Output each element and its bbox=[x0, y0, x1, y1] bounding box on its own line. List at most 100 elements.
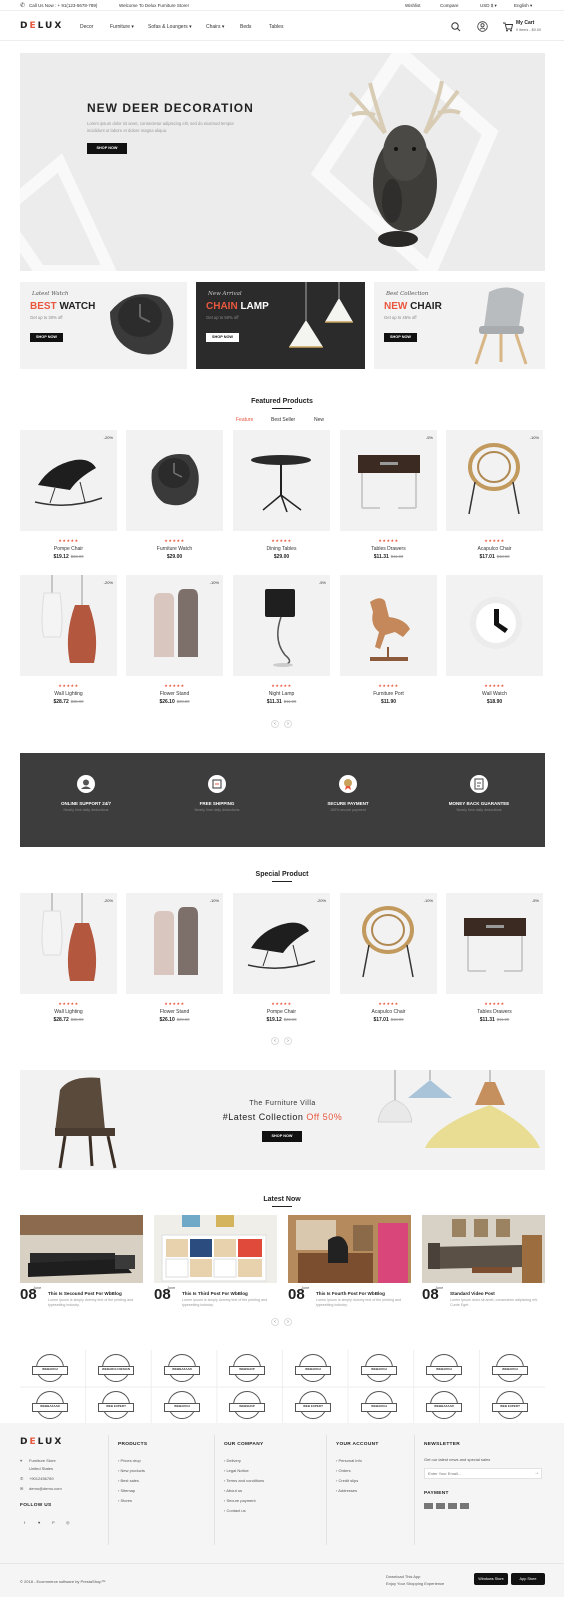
promo-card-watch[interactable]: Latest Watch BEST WATCH Get up to 30% of… bbox=[20, 282, 187, 369]
blog-image[interactable] bbox=[154, 1215, 277, 1283]
brand-logo[interactable]: WEBARCH bbox=[426, 1354, 462, 1382]
footer-link[interactable]: › Contact us bbox=[224, 1508, 246, 1513]
footer-link[interactable]: › Terms and conditions bbox=[224, 1478, 264, 1483]
brand-logo[interactable]: WEB EXPERT bbox=[98, 1391, 134, 1419]
product-card[interactable]: -10% bbox=[446, 430, 543, 531]
cart-title[interactable]: My Cart bbox=[516, 20, 534, 26]
next-arrow-icon[interactable]: › bbox=[284, 1318, 292, 1326]
brand-logo[interactable]: WEB EXPERT bbox=[295, 1391, 331, 1419]
brand-logo[interactable]: WEBARCH DESIGN bbox=[98, 1354, 134, 1382]
app-store-button[interactable]: App Store bbox=[511, 1573, 545, 1585]
wishlist-link[interactable]: Wishlist bbox=[405, 3, 421, 8]
product-card[interactable]: -10% bbox=[340, 893, 437, 994]
promo-shop-button[interactable]: SHOP NOW bbox=[206, 333, 239, 342]
brand-logo[interactable]: WEBARCH bbox=[361, 1354, 397, 1382]
product-name[interactable]: Acapulco Chair bbox=[340, 1009, 437, 1015]
currency-select[interactable]: USD $ ▾ bbox=[480, 3, 497, 9]
product-name[interactable]: Flower Stand bbox=[126, 1009, 223, 1015]
prev-arrow-icon[interactable]: ‹ bbox=[271, 720, 279, 728]
windows-store-button[interactable]: Windows Store bbox=[474, 1573, 508, 1585]
instagram-icon[interactable]: ◎ bbox=[66, 1520, 70, 1525]
compare-link[interactable]: Compare bbox=[440, 3, 459, 8]
product-name[interactable]: Wall Lighting bbox=[20, 1009, 117, 1015]
nav-decor[interactable]: Decor bbox=[80, 24, 93, 30]
blog-image[interactable] bbox=[422, 1215, 545, 1283]
product-name[interactable]: Acapulco Chair bbox=[446, 546, 543, 552]
product-card[interactable]: -10% bbox=[126, 575, 223, 676]
hero-shop-button[interactable]: SHOP NOW bbox=[87, 143, 127, 154]
logo[interactable]: DELUX bbox=[20, 21, 63, 31]
footer-link[interactable]: › Addresses bbox=[336, 1488, 357, 1493]
product-card[interactable] bbox=[126, 430, 223, 531]
promo-card-chair[interactable]: Best Collection NEW CHAIR Get up to 45% … bbox=[374, 282, 545, 369]
footer-link[interactable]: › About us bbox=[224, 1488, 242, 1493]
blog-post[interactable]: 08 June This Is Fourth Post For WbBlog L… bbox=[288, 1215, 411, 1307]
brand-logo[interactable]: WEBARCH bbox=[164, 1391, 200, 1419]
nav-furniture[interactable]: Furniture ▾ bbox=[110, 24, 134, 30]
product-name[interactable]: Wall Lighting bbox=[20, 691, 117, 697]
blog-image[interactable] bbox=[288, 1215, 411, 1283]
product-card[interactable]: -5% bbox=[446, 893, 543, 994]
newsletter-email-input[interactable] bbox=[424, 1468, 542, 1479]
post-title[interactable]: Standard Video Post bbox=[450, 1291, 495, 1296]
product-card[interactable] bbox=[340, 575, 437, 676]
product-card[interactable] bbox=[446, 575, 543, 676]
product-name[interactable]: Flower Stand bbox=[126, 691, 223, 697]
post-title[interactable]: This Is Third Post For WbBlog bbox=[182, 1291, 248, 1296]
footer-link[interactable]: › Secure payment bbox=[224, 1498, 256, 1503]
tab-feature[interactable]: Feature bbox=[236, 417, 253, 423]
store-email[interactable]: demo@demo.com bbox=[29, 1486, 62, 1491]
search-icon[interactable] bbox=[451, 22, 461, 32]
footer-link[interactable]: › Sitemap bbox=[118, 1488, 135, 1493]
collection-banner[interactable]: The Furniture Villa #Latest Collection O… bbox=[20, 1070, 545, 1170]
post-title[interactable]: This Is Secound Post For WbBlog bbox=[48, 1291, 122, 1296]
send-arrow-icon[interactable]: → bbox=[534, 1470, 539, 1476]
blog-image[interactable] bbox=[20, 1215, 143, 1283]
blog-post[interactable]: 08 June This Is Third Post For WbBlog Lo… bbox=[154, 1215, 277, 1307]
tab-new[interactable]: New bbox=[314, 417, 324, 423]
product-card[interactable]: -5% bbox=[233, 575, 330, 676]
facebook-icon[interactable]: f bbox=[24, 1520, 25, 1525]
promo-shop-button[interactable]: SHOP NOW bbox=[384, 333, 417, 342]
blog-post[interactable]: 08 June Standard Video Post Lorem Ipsum … bbox=[422, 1215, 545, 1307]
hero-slider[interactable]: NEW DEER DECORATION Lorem ipsum dolor si… bbox=[20, 53, 545, 271]
product-card[interactable]: -20% bbox=[20, 430, 117, 531]
nav-chairs[interactable]: Chairs ▾ bbox=[206, 24, 224, 30]
product-name[interactable]: Tables Drawers bbox=[340, 546, 437, 552]
nav-sofas[interactable]: Sofas & Loungers ▾ bbox=[148, 24, 192, 30]
footer-link[interactable]: › Prices drop bbox=[118, 1458, 141, 1463]
footer-link[interactable]: › Personal info bbox=[336, 1458, 362, 1463]
footer-link[interactable]: › Best sales bbox=[118, 1478, 139, 1483]
prev-arrow-icon[interactable]: ‹ bbox=[271, 1037, 279, 1045]
product-name[interactable]: Furniture Port bbox=[340, 691, 437, 697]
product-name[interactable]: Pompe Chair bbox=[233, 1009, 330, 1015]
post-title[interactable]: This Is Fourth Post For WbBlog bbox=[316, 1291, 385, 1296]
brand-logo[interactable]: WEBARCH bbox=[492, 1354, 528, 1382]
footer-link[interactable]: › Legal Notice bbox=[224, 1468, 249, 1473]
promo-card-lamp[interactable]: New Arrival CHAIN LAMP Get up to 50% off… bbox=[196, 282, 365, 369]
language-select[interactable]: English ▾ bbox=[514, 3, 532, 9]
product-name[interactable]: Furniture Watch bbox=[126, 546, 223, 552]
brand-logo[interactable]: WEBARCH bbox=[32, 1354, 68, 1382]
blog-post[interactable]: 08 June This Is Secound Post For WbBlog … bbox=[20, 1215, 143, 1307]
product-card[interactable]: -10% bbox=[126, 893, 223, 994]
product-card[interactable]: -20% bbox=[20, 575, 117, 676]
footer-link[interactable]: › Delivery bbox=[224, 1458, 241, 1463]
cart-icon[interactable] bbox=[502, 21, 513, 32]
next-arrow-icon[interactable]: › bbox=[284, 1037, 292, 1045]
product-name[interactable]: Dining Tables bbox=[233, 546, 330, 552]
footer-link[interactable]: › New products bbox=[118, 1468, 145, 1473]
product-name[interactable]: Pompe Chair bbox=[20, 546, 117, 552]
pinterest-icon[interactable]: P bbox=[52, 1520, 55, 1525]
banner-shop-button[interactable]: SHOP NOW bbox=[262, 1131, 302, 1142]
user-icon[interactable] bbox=[477, 21, 488, 32]
brand-logo[interactable]: WEBARCH bbox=[295, 1354, 331, 1382]
brand-logo[interactable]: WEBBAZAAR bbox=[164, 1354, 200, 1382]
footer-logo[interactable]: DELUX bbox=[20, 1437, 63, 1447]
nav-tables[interactable]: Tables bbox=[269, 24, 283, 30]
product-card[interactable]: -20% bbox=[20, 893, 117, 994]
product-card[interactable] bbox=[233, 430, 330, 531]
twitter-icon[interactable]: ♥ bbox=[38, 1520, 40, 1525]
brand-logo[interactable]: WEBBAZAAR bbox=[426, 1391, 462, 1419]
footer-link[interactable]: › Stores bbox=[118, 1498, 132, 1503]
